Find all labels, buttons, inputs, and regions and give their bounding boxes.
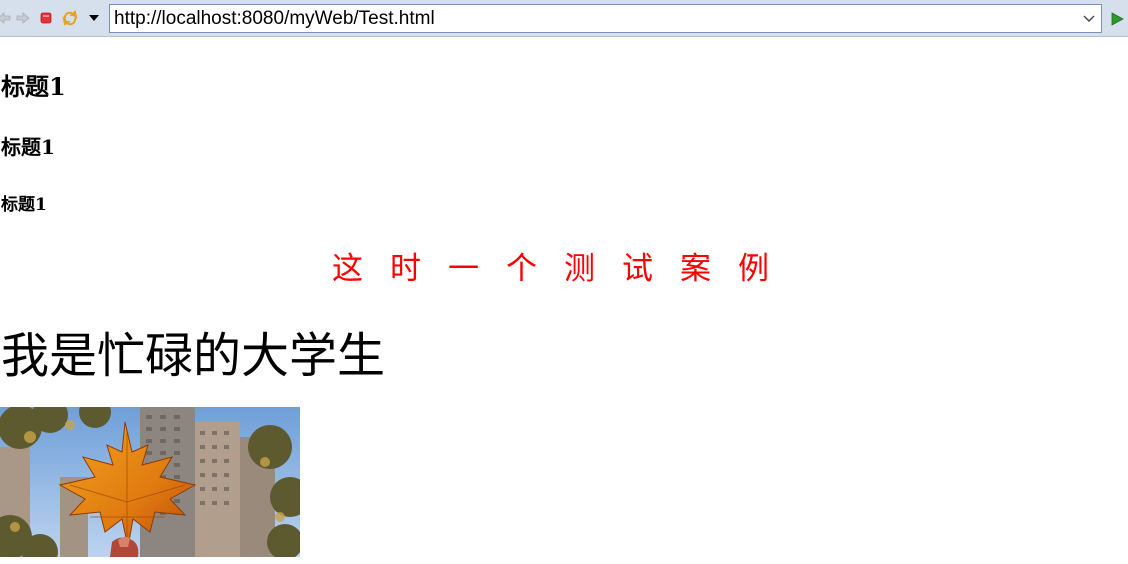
maple-leaf-photo (0, 407, 300, 557)
page-content: 标题1 标题1 标题1 这时一个测试案例 我是忙碌的大学生 (0, 37, 1128, 564)
browser-toolbar (0, 0, 1128, 37)
heading-level-3: 标题1 (1, 72, 66, 101)
stop-icon[interactable] (38, 9, 54, 27)
refresh-icon[interactable] (62, 9, 78, 27)
url-dropdown-icon[interactable] (1080, 10, 1098, 28)
back-icon[interactable] (0, 9, 12, 27)
go-icon[interactable] (1109, 10, 1125, 28)
url-input[interactable] (114, 5, 1074, 32)
heading-level-5: 标题1 (1, 195, 47, 215)
menu-dropdown-icon[interactable] (86, 9, 102, 27)
forward-icon[interactable] (15, 9, 31, 27)
heading-level-4: 标题1 (1, 135, 55, 159)
address-bar[interactable] (109, 4, 1102, 33)
red-centered-text: 这时一个测试案例 (332, 251, 796, 287)
large-text: 我是忙碌的大学生 (1, 328, 386, 384)
